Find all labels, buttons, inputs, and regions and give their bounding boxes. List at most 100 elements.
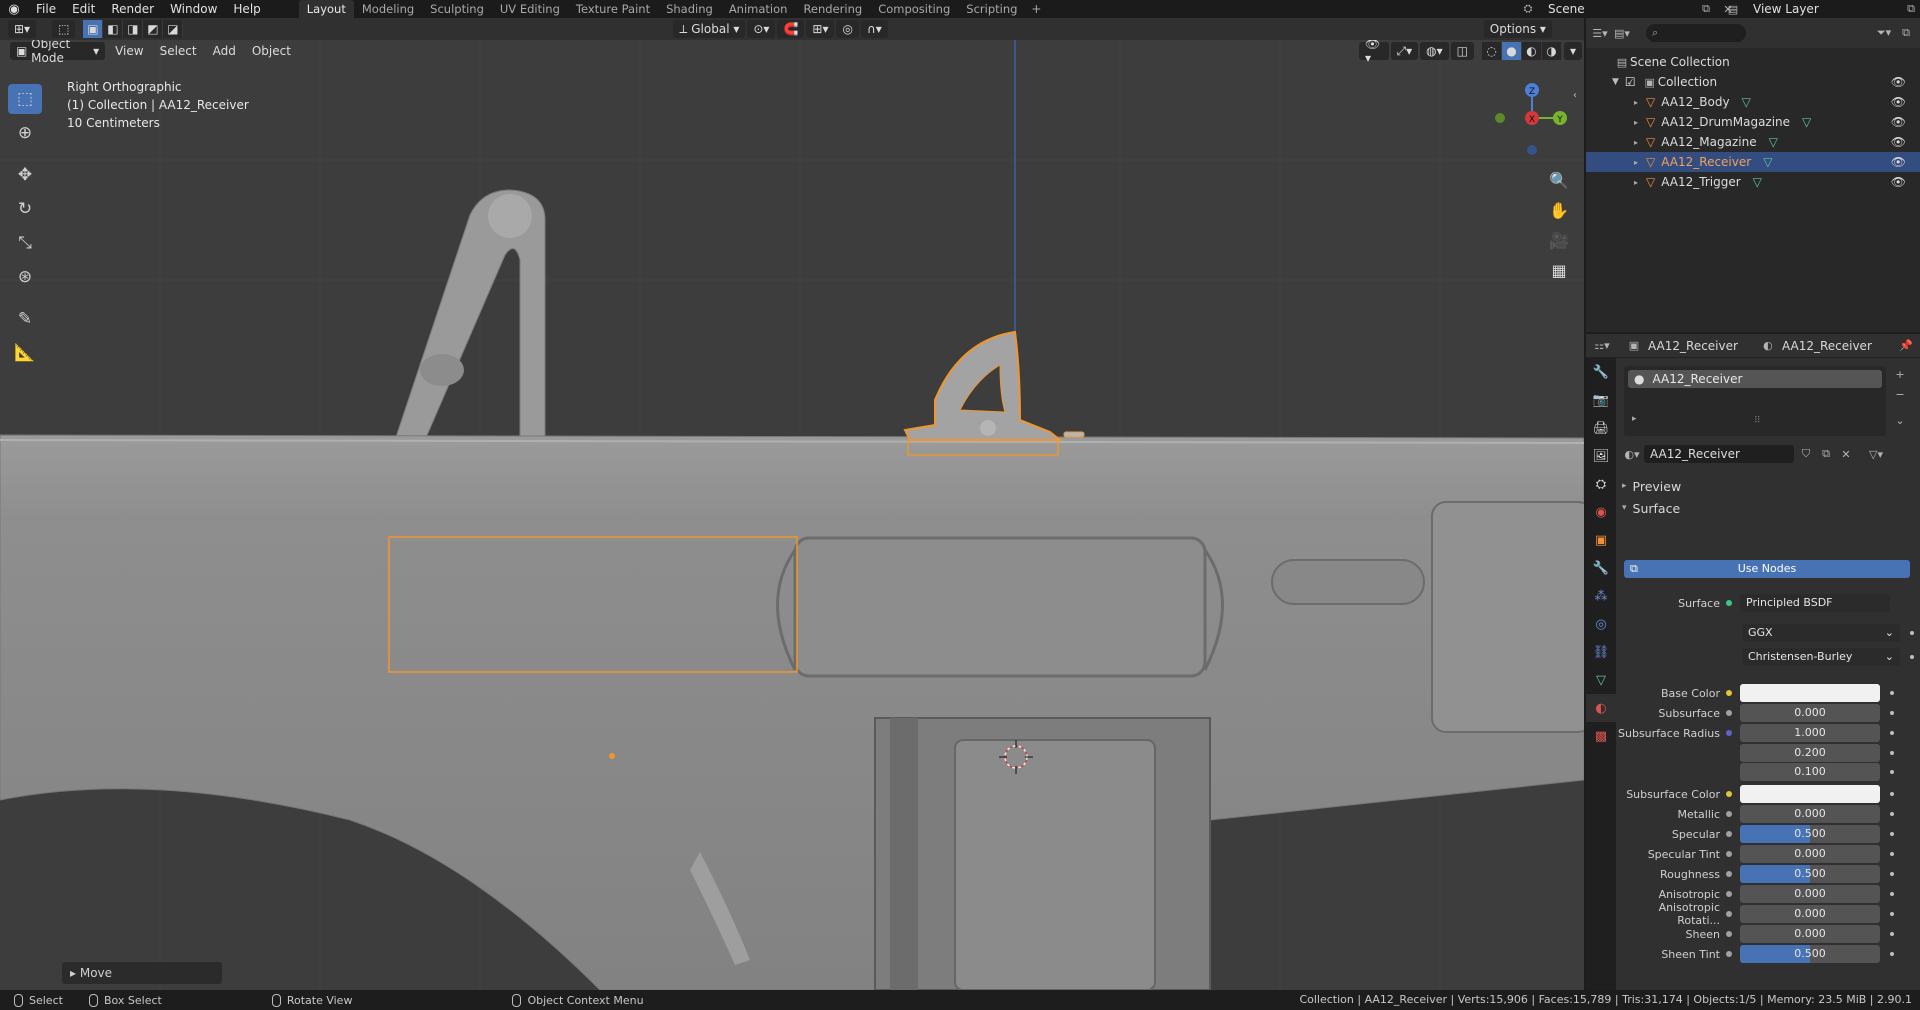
keyframe-dot[interactable] xyxy=(1890,872,1894,876)
unlink-material-icon[interactable]: ✕ xyxy=(1838,446,1854,462)
solid-shading-icon[interactable]: ● xyxy=(1501,42,1522,60)
last-operator-panel[interactable]: ▸ Move xyxy=(62,962,222,984)
options-dropdown[interactable]: Options ▾ xyxy=(1483,20,1552,38)
value-slider[interactable]: 0.500 xyxy=(1740,825,1880,843)
link-type-icon[interactable]: ▽▾ xyxy=(1868,446,1884,462)
eye-icon[interactable]: 👁 xyxy=(1891,135,1906,149)
select-new-icon[interactable]: ▣ xyxy=(83,20,104,38)
pin-icon[interactable]: 📌 xyxy=(1898,338,1914,354)
input-socket-icon[interactable] xyxy=(1726,710,1732,716)
eye-icon[interactable]: 👁 xyxy=(1891,155,1906,169)
fake-user-shield-icon[interactable]: ⛉ xyxy=(1798,446,1814,462)
expand-arrow-icon[interactable]: ▸ xyxy=(1634,118,1638,127)
select-extend-icon[interactable]: ◧ xyxy=(103,20,124,38)
select-tool-icon[interactable]: ⬚ xyxy=(52,20,76,38)
outliner-item-aa12-body[interactable]: ▸ ▽ AA12_Body ▽ 👁 xyxy=(1586,92,1920,112)
input-socket-icon[interactable] xyxy=(1726,730,1732,736)
proportional-edit-icon[interactable]: ◎ xyxy=(836,20,859,38)
outliner-search-input[interactable]: ⌕ xyxy=(1646,24,1746,42)
menu-help[interactable]: Help xyxy=(225,0,268,18)
tab-output-icon[interactable]: 🖨 xyxy=(1586,414,1616,442)
value-slider[interactable]: 1.000 xyxy=(1740,724,1880,742)
sidebar-toggle-icon[interactable]: ‹ xyxy=(1573,90,1577,101)
outliner-item-aa12-receiver[interactable]: ▸ ▽ AA12_Receiver ▽ 👁 xyxy=(1586,152,1920,172)
scene-name-field[interactable]: Scene xyxy=(1542,1,1692,17)
tab-layout[interactable]: Layout xyxy=(298,0,354,18)
camera-icon[interactable]: 🎥 xyxy=(1545,226,1573,254)
add-slot-icon[interactable]: + xyxy=(1892,366,1908,382)
tab-material-icon[interactable]: ◐ xyxy=(1586,694,1616,722)
input-socket-icon[interactable] xyxy=(1726,891,1732,897)
outliner-item-aa12-magazine[interactable]: ▸ ▽ AA12_Magazine ▽ 👁 xyxy=(1586,132,1920,152)
tab-scene-icon[interactable]: ⛭ xyxy=(1586,470,1616,498)
input-socket-icon[interactable] xyxy=(1726,851,1732,857)
tab-modeling[interactable]: Modeling xyxy=(354,0,422,18)
keyframe-dot[interactable] xyxy=(1910,631,1914,635)
move-tool-icon[interactable]: ✥ xyxy=(8,160,42,190)
tab-world-icon[interactable]: ◉ xyxy=(1586,498,1616,526)
scene-icon[interactable]: ⛭ xyxy=(1520,1,1536,17)
viewport-scene[interactable] xyxy=(0,40,1584,990)
mesh-data-icon[interactable]: ▽ xyxy=(1769,135,1778,149)
keyframe-dot[interactable] xyxy=(1890,852,1894,856)
tab-render-icon[interactable]: 📷 xyxy=(1586,386,1616,414)
mode-dropdown[interactable]: ▣ Object Mode ▾ xyxy=(10,40,106,65)
use-nodes-button[interactable]: ⧉ Use Nodes xyxy=(1624,560,1910,578)
surface-panel-header[interactable]: ▾ Surface xyxy=(1622,498,1680,518)
3d-viewport[interactable]: Right Orthographic (1) Collection | AA12… xyxy=(0,40,1584,990)
color-swatch[interactable] xyxy=(1740,785,1880,803)
xray-icon[interactable]: ◫ xyxy=(1450,42,1474,60)
value-slider[interactable]: 0.000 xyxy=(1740,704,1880,722)
front-sight-model[interactable] xyxy=(903,330,1085,456)
transform-orientation-dropdown[interactable]: ⟂ Global ▾ xyxy=(673,20,746,38)
material-slot[interactable]: ● AA12_Receiver xyxy=(1628,370,1882,388)
surface-shader-field[interactable]: Principled BSDF xyxy=(1740,594,1890,612)
rotate-tool-icon[interactable]: ↻ xyxy=(8,194,42,224)
outliner-item-aa12-trigger[interactable]: ▸ ▽ AA12_Trigger ▽ 👁 xyxy=(1586,172,1920,192)
input-socket-icon[interactable] xyxy=(1726,871,1732,877)
mesh-data-icon[interactable]: ▽ xyxy=(1753,175,1762,189)
input-socket-icon[interactable] xyxy=(1726,911,1732,917)
eye-icon[interactable]: 👁 xyxy=(1891,95,1906,109)
new-collection-icon[interactable]: ⧉ xyxy=(1898,25,1914,41)
eye-icon[interactable]: 👁 xyxy=(1891,75,1906,89)
input-socket-icon[interactable] xyxy=(1726,791,1732,797)
new-view-layer-icon[interactable]: ⧉ xyxy=(1903,1,1919,17)
input-socket-icon[interactable] xyxy=(1726,931,1732,937)
select-intersect-icon[interactable]: ◪ xyxy=(163,20,184,38)
tab-sculpting[interactable]: Sculpting xyxy=(422,0,492,18)
receiver-body-model[interactable] xyxy=(0,434,1584,990)
slot-menu-icon[interactable]: ⌄ xyxy=(1892,412,1908,428)
tab-physics-icon[interactable]: ◎ xyxy=(1586,610,1616,638)
select-difference-icon[interactable]: ◩ xyxy=(143,20,164,38)
tab-view-layer-icon[interactable]: 🖼 xyxy=(1586,442,1616,470)
tab-tool-icon[interactable]: 🔧 xyxy=(1586,358,1616,386)
annotate-tool-icon[interactable]: ✎ xyxy=(8,304,42,334)
keyframe-dot[interactable] xyxy=(1890,711,1894,715)
keyframe-dot[interactable] xyxy=(1890,770,1894,774)
mesh-data-icon[interactable]: ▽ xyxy=(1802,115,1811,129)
cursor-tool-icon[interactable]: ⊕ xyxy=(8,118,42,148)
tab-compositing[interactable]: Compositing xyxy=(870,0,958,18)
view-layer-icon[interactable]: ▤ xyxy=(1725,1,1741,17)
menu-object[interactable]: Object xyxy=(244,42,299,60)
rear-sight-model[interactable] xyxy=(394,189,546,441)
snap-icon[interactable]: 🧲 xyxy=(777,20,805,38)
tab-modifiers-icon[interactable]: 🔧 xyxy=(1586,554,1616,582)
keyframe-dot[interactable] xyxy=(1890,932,1894,936)
select-subtract-icon[interactable]: ◨ xyxy=(123,20,144,38)
tab-texture-icon[interactable]: ▩ xyxy=(1586,722,1616,750)
keyframe-dot[interactable] xyxy=(1890,792,1894,796)
shading-options-icon[interactable]: ▾ xyxy=(1563,42,1582,60)
keyframe-dot[interactable] xyxy=(1890,751,1894,755)
material-name-field[interactable]: AA12_Receiver xyxy=(1644,445,1794,463)
color-swatch[interactable] xyxy=(1740,684,1880,702)
distribution-dropdown[interactable]: GGX ⌄ xyxy=(1742,624,1900,642)
keyframe-dot[interactable] xyxy=(1890,892,1894,896)
menu-file[interactable]: File xyxy=(28,0,64,18)
value-slider[interactable]: 0.200 xyxy=(1740,744,1880,762)
shader-socket-icon[interactable] xyxy=(1726,600,1732,606)
tab-rendering[interactable]: Rendering xyxy=(795,0,870,18)
material-slot-list[interactable]: ● AA12_Receiver ▸ ⠿ xyxy=(1624,366,1886,436)
measure-tool-icon[interactable]: 📐 xyxy=(8,338,42,368)
